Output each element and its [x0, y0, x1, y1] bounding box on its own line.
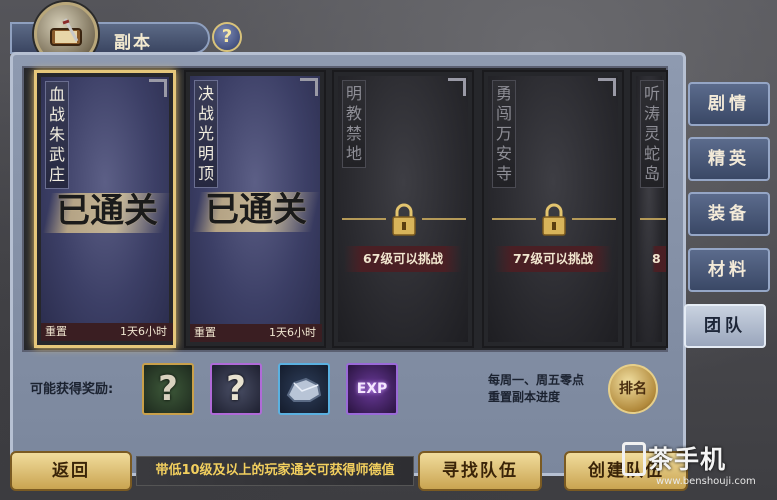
reward-label: 可能获得奖励:: [30, 382, 114, 397]
lock-divider: [334, 200, 472, 240]
reset-schedule-note: 每周一、周五零点 重置副本进度: [488, 372, 618, 406]
name-char: 顶: [197, 164, 214, 183]
level-requirement: 77级可以挑战: [494, 246, 612, 272]
back-button[interactable]: 返回: [10, 451, 132, 491]
name-char: 武: [48, 145, 65, 164]
reset-label: 重置: [194, 326, 216, 339]
unknown-item-icon: ?: [226, 369, 246, 409]
name-char: 安: [495, 144, 512, 163]
divider-line: [492, 218, 536, 220]
lock-divider: [632, 200, 666, 240]
name-char: 战: [48, 105, 65, 124]
brand-logo-icon: [622, 442, 646, 476]
reset-label: 重置: [45, 325, 67, 338]
ore-icon: [286, 377, 322, 402]
instance-card-2[interactable]: 决 战 光 明 顶 已通关 重置 1天6小时: [184, 70, 326, 348]
lock-icon: [542, 203, 566, 236]
name-char: 岛: [643, 164, 660, 183]
name-char: 涛: [643, 104, 660, 123]
reset-note-line: 重置副本进度: [488, 390, 561, 404]
name-char: 决: [197, 84, 214, 103]
instance-card-3[interactable]: 明 教 禁 地 67级可以挑战: [332, 70, 474, 348]
divider-line: [640, 218, 666, 220]
name-char: 灵: [643, 124, 660, 143]
name-char: 明: [197, 144, 214, 163]
name-char: 光: [197, 124, 214, 143]
reward-slot-2[interactable]: ?: [210, 363, 262, 415]
level-requirement: 8: [652, 246, 666, 272]
lock-icon: [392, 203, 416, 236]
help-button[interactable]: ?: [212, 22, 242, 52]
reset-time: 1天6小时: [120, 325, 167, 338]
reward-slot-1[interactable]: ?: [142, 363, 194, 415]
name-char: 教: [345, 104, 362, 123]
watermark-url: www.benshouji.com: [656, 476, 756, 487]
watermark: 茶手机 www.benshouji.com: [620, 440, 777, 500]
name-char: 战: [197, 104, 214, 123]
name-char: 闯: [495, 104, 512, 123]
reset-bar: 重置 1天6小时: [41, 323, 173, 341]
corner-ornament: [448, 78, 466, 96]
cleared-stamp: 已通关: [56, 191, 158, 231]
instance-name: 明 教 禁 地: [342, 80, 366, 168]
lock-divider: [484, 200, 622, 240]
name-char: 血: [48, 85, 65, 104]
reward-slot-4[interactable]: EXP: [346, 363, 398, 415]
unknown-gear-icon: ?: [158, 369, 178, 409]
exp-icon: EXP: [356, 381, 388, 397]
page-title: 副本: [114, 33, 152, 53]
mentor-hint: 带低10级及以上的玩家通关可获得师德值: [136, 456, 414, 486]
corner-ornament: [300, 78, 318, 96]
name-char: 庄: [48, 165, 65, 184]
divider-line: [422, 218, 466, 220]
name-char: 勇: [495, 84, 512, 103]
name-char: 蛇: [643, 144, 660, 163]
name-char: 禁: [345, 124, 362, 143]
name-char: 朱: [48, 125, 65, 144]
instance-name: 血 战 朱 武 庄: [45, 81, 69, 189]
instance-card-4[interactable]: 勇 闯 万 安 寺 77级可以挑战: [482, 70, 624, 348]
tab-team[interactable]: 团队: [684, 304, 766, 348]
name-char: 听: [643, 84, 660, 103]
tab-elite[interactable]: 精英: [688, 137, 770, 181]
tab-story[interactable]: 剧情: [688, 82, 770, 126]
instance-name: 勇 闯 万 安 寺: [492, 80, 516, 188]
corner-ornament: [598, 78, 616, 96]
ranking-button[interactable]: 排名: [608, 364, 658, 414]
instance-card-5[interactable]: 听 涛 灵 蛇 岛 8: [630, 70, 668, 348]
level-requirement: 67级可以挑战: [344, 246, 462, 272]
reset-note-line: 每周一、周五零点: [488, 373, 585, 387]
instance-name: 听 涛 灵 蛇 岛: [640, 80, 664, 188]
tab-materials[interactable]: 材料: [688, 248, 770, 292]
divider-line: [572, 218, 616, 220]
name-char: 寺: [495, 164, 512, 183]
tab-equipment[interactable]: 装备: [688, 192, 770, 236]
corner-ornament: [149, 79, 167, 97]
reset-time: 1天6小时: [269, 326, 316, 339]
name-char: 万: [495, 124, 512, 143]
name-char: 地: [345, 144, 362, 163]
instance-name: 决 战 光 明 顶: [194, 80, 218, 188]
reward-slot-3[interactable]: [278, 363, 330, 415]
cleared-stamp: 已通关: [205, 190, 307, 230]
name-char: 明: [345, 84, 362, 103]
find-team-button[interactable]: 寻找队伍: [418, 451, 542, 491]
reset-bar: 重置 1天6小时: [190, 324, 322, 342]
instance-card-1[interactable]: 血 战 朱 武 庄 已通关 重置 1天6小时: [34, 70, 176, 348]
watermark-brand: 茶手机: [648, 445, 727, 474]
divider-line: [342, 218, 386, 220]
